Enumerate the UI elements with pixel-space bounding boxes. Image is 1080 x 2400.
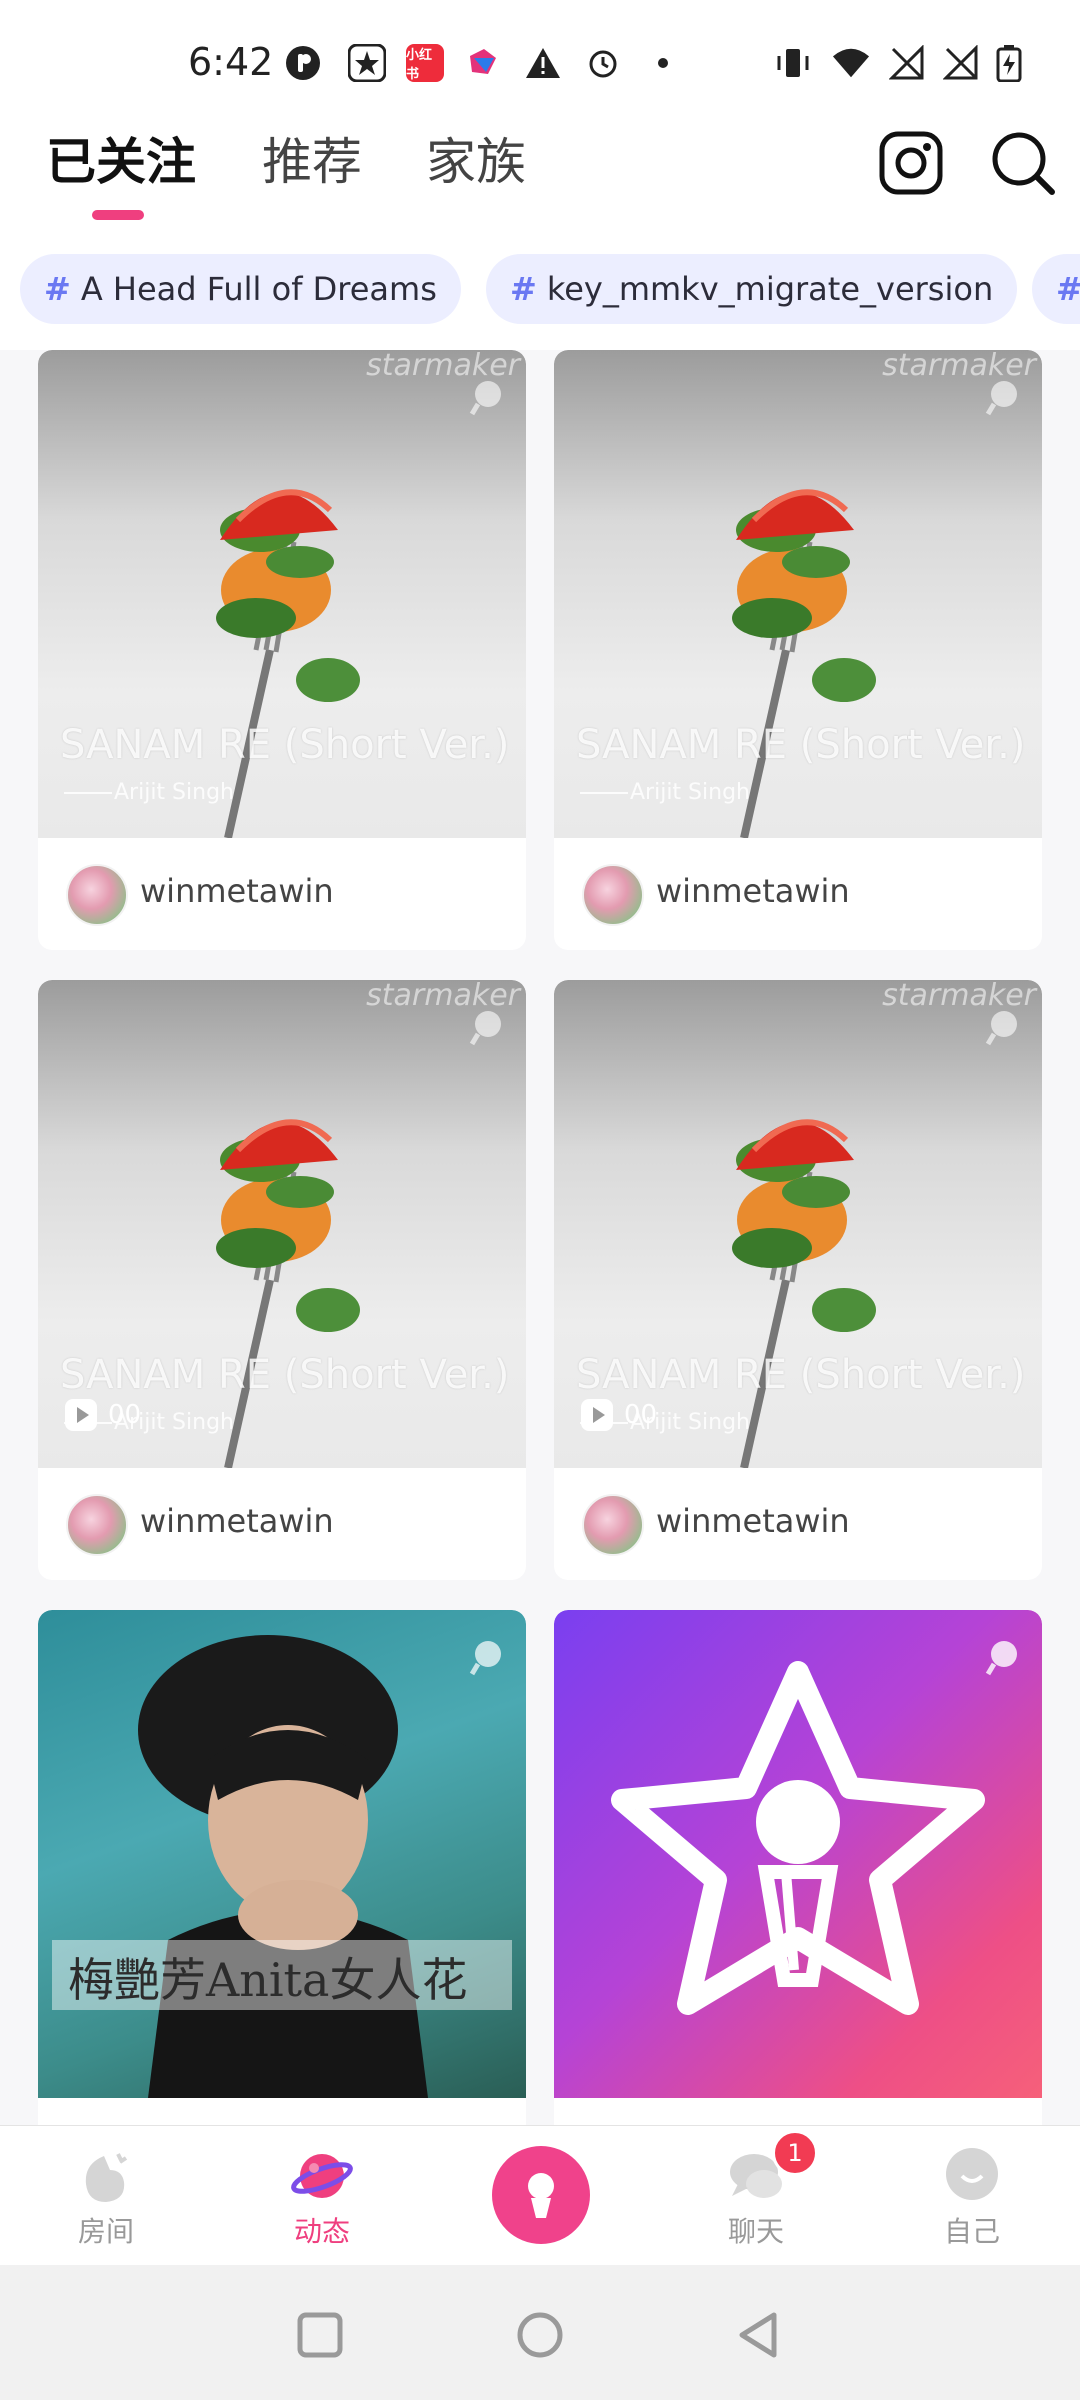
- album-title: 梅艷芳Anita女人花: [68, 1953, 468, 2007]
- song-title: SANAM RE (Short Ver.): [60, 1352, 510, 1398]
- feed-card[interactable]: starmaker SANAM RE (Short Ver.) Arijit S…: [38, 350, 526, 950]
- starmaker-mic-icon: [469, 381, 501, 416]
- feed-card[interactable]: 梅艷芳Anita女人花: [38, 1610, 526, 2125]
- microphone-icon: [528, 2173, 554, 2218]
- hashtag-chip[interactable]: #: [1032, 254, 1080, 324]
- avatar[interactable]: [66, 864, 128, 926]
- feed-card[interactable]: [554, 1610, 1042, 2125]
- warning-icon: [524, 44, 562, 82]
- hashtag-label: key_mmkv_migrate_version: [546, 270, 994, 308]
- alarm-icon: [584, 44, 622, 82]
- feed-card[interactable]: starmaker SANAM RE (Short Ver.) Arijit S…: [554, 350, 1042, 950]
- feed-card[interactable]: starmaker SANAM RE (Short Ver.) Arijit S…: [38, 980, 526, 1580]
- vibrate-icon: [774, 44, 812, 82]
- hashtag-icon: #: [44, 270, 71, 308]
- no-signal-icon: [888, 44, 926, 82]
- nav-chat-label: 聊天: [727, 2215, 784, 2248]
- home-button[interactable]: [510, 2305, 570, 2365]
- username[interactable]: winmetawin: [656, 872, 850, 910]
- play-count: 00: [580, 1398, 657, 1432]
- profile-icon: [946, 2148, 998, 2200]
- username[interactable]: winmetawin: [656, 1502, 850, 1540]
- hashtag-chip[interactable]: # A Head Full of Dreams: [20, 254, 461, 324]
- status-time: 6:42: [188, 40, 274, 84]
- nav-feed-label: 动态: [293, 2215, 350, 2248]
- room-icon: [85, 2153, 128, 2202]
- bilibili-app-icon: [464, 44, 502, 82]
- dot-icon: [644, 44, 682, 82]
- instagram-icon[interactable]: [878, 130, 944, 196]
- xiaohongshu-app-icon: 小红书: [406, 44, 444, 82]
- song-title: SANAM RE (Short Ver.): [60, 722, 510, 768]
- song-title: SANAM RE (Short Ver.): [576, 1352, 1026, 1398]
- chat-unread-badge: 1: [772, 2130, 818, 2176]
- starmaker-logo: [611, 1661, 985, 2015]
- album-cover[interactable]: 梅艷芳Anita女人花: [38, 1610, 526, 2098]
- nav-room-label: 房间: [77, 2215, 134, 2248]
- nav-room[interactable]: 房间: [46, 2144, 166, 2250]
- no-signal-icon: [942, 44, 980, 82]
- hashtag-chip[interactable]: # key_mmkv_migrate_version: [486, 254, 1018, 324]
- tab-active-indicator: [92, 210, 144, 220]
- tab-following[interactable]: 已关注: [46, 130, 196, 194]
- planet-icon: [291, 2154, 353, 2198]
- play-count-value: 00: [108, 1400, 142, 1430]
- song-cover[interactable]: starmaker SANAM RE (Short Ver.) Arijit S…: [554, 350, 1042, 838]
- hashtag-icon: #: [510, 270, 537, 308]
- p-app-icon: [284, 44, 322, 82]
- search-icon[interactable]: [990, 130, 1056, 196]
- hashtag-bar: # A Head Full of Dreams # key_mmkv_migra…: [0, 250, 1080, 350]
- tab-family[interactable]: 家族: [426, 130, 526, 194]
- song-title: SANAM RE (Short Ver.): [576, 722, 1026, 768]
- feed-card[interactable]: starmaker SANAM RE (Short Ver.) Arijit S…: [554, 980, 1042, 1580]
- tab-recommended[interactable]: 推荐: [262, 130, 362, 194]
- play-icon: [581, 1399, 613, 1431]
- starmaker-mic-icon: [985, 1011, 1017, 1046]
- artist-name: Arijit Singh: [64, 780, 234, 805]
- artist-name: Arijit Singh: [580, 780, 750, 805]
- song-cover[interactable]: starmaker SANAM RE (Short Ver.) Arijit S…: [554, 980, 1042, 1468]
- top-navigation: 已关注 推荐 家族: [0, 130, 1080, 250]
- star-app-icon: [348, 44, 386, 82]
- album-portrait-image: [138, 1635, 428, 2098]
- back-button[interactable]: [730, 2305, 790, 2365]
- record-button[interactable]: [492, 2146, 590, 2244]
- avatar[interactable]: [582, 1494, 644, 1556]
- system-navigation: [0, 2265, 1080, 2400]
- nav-profile[interactable]: 自己: [912, 2144, 1032, 2250]
- recents-button[interactable]: [290, 2305, 350, 2365]
- starmaker-mic-icon: [469, 1641, 501, 1676]
- username[interactable]: winmetawin: [140, 872, 334, 910]
- wifi-icon: [832, 44, 870, 82]
- avatar[interactable]: [582, 864, 644, 926]
- song-cover[interactable]: starmaker SANAM RE (Short Ver.) Arijit S…: [38, 350, 526, 838]
- starmaker-mic-icon: [469, 1011, 501, 1046]
- avatar[interactable]: [66, 1494, 128, 1556]
- nav-feed[interactable]: 动态: [262, 2144, 382, 2250]
- xiaohongshu-label: 小红书: [406, 48, 433, 82]
- play-count-value: 00: [624, 1400, 658, 1430]
- play-icon: [65, 1399, 97, 1431]
- bottom-navigation: 房间 动态 聊天 1 自己: [0, 2125, 1080, 2266]
- starmaker-mic-icon: [985, 1641, 1017, 1676]
- song-cover[interactable]: starmaker SANAM RE (Short Ver.) Arijit S…: [38, 980, 526, 1468]
- username[interactable]: winmetawin: [140, 1502, 334, 1540]
- hashtag-label: A Head Full of Dreams: [80, 270, 437, 308]
- starmaker-mic-icon: [985, 381, 1017, 416]
- play-count: 00: [64, 1398, 141, 1432]
- battery-charging-icon: [990, 44, 1028, 82]
- feed-grid: starmaker SANAM RE (Short Ver.) Arijit S…: [0, 350, 1080, 2125]
- album-cover[interactable]: [554, 1610, 1042, 2098]
- nav-profile-label: 自己: [943, 2215, 1000, 2248]
- status-bar: 6:42 小红书: [0, 0, 1080, 130]
- hashtag-icon: #: [1056, 270, 1080, 308]
